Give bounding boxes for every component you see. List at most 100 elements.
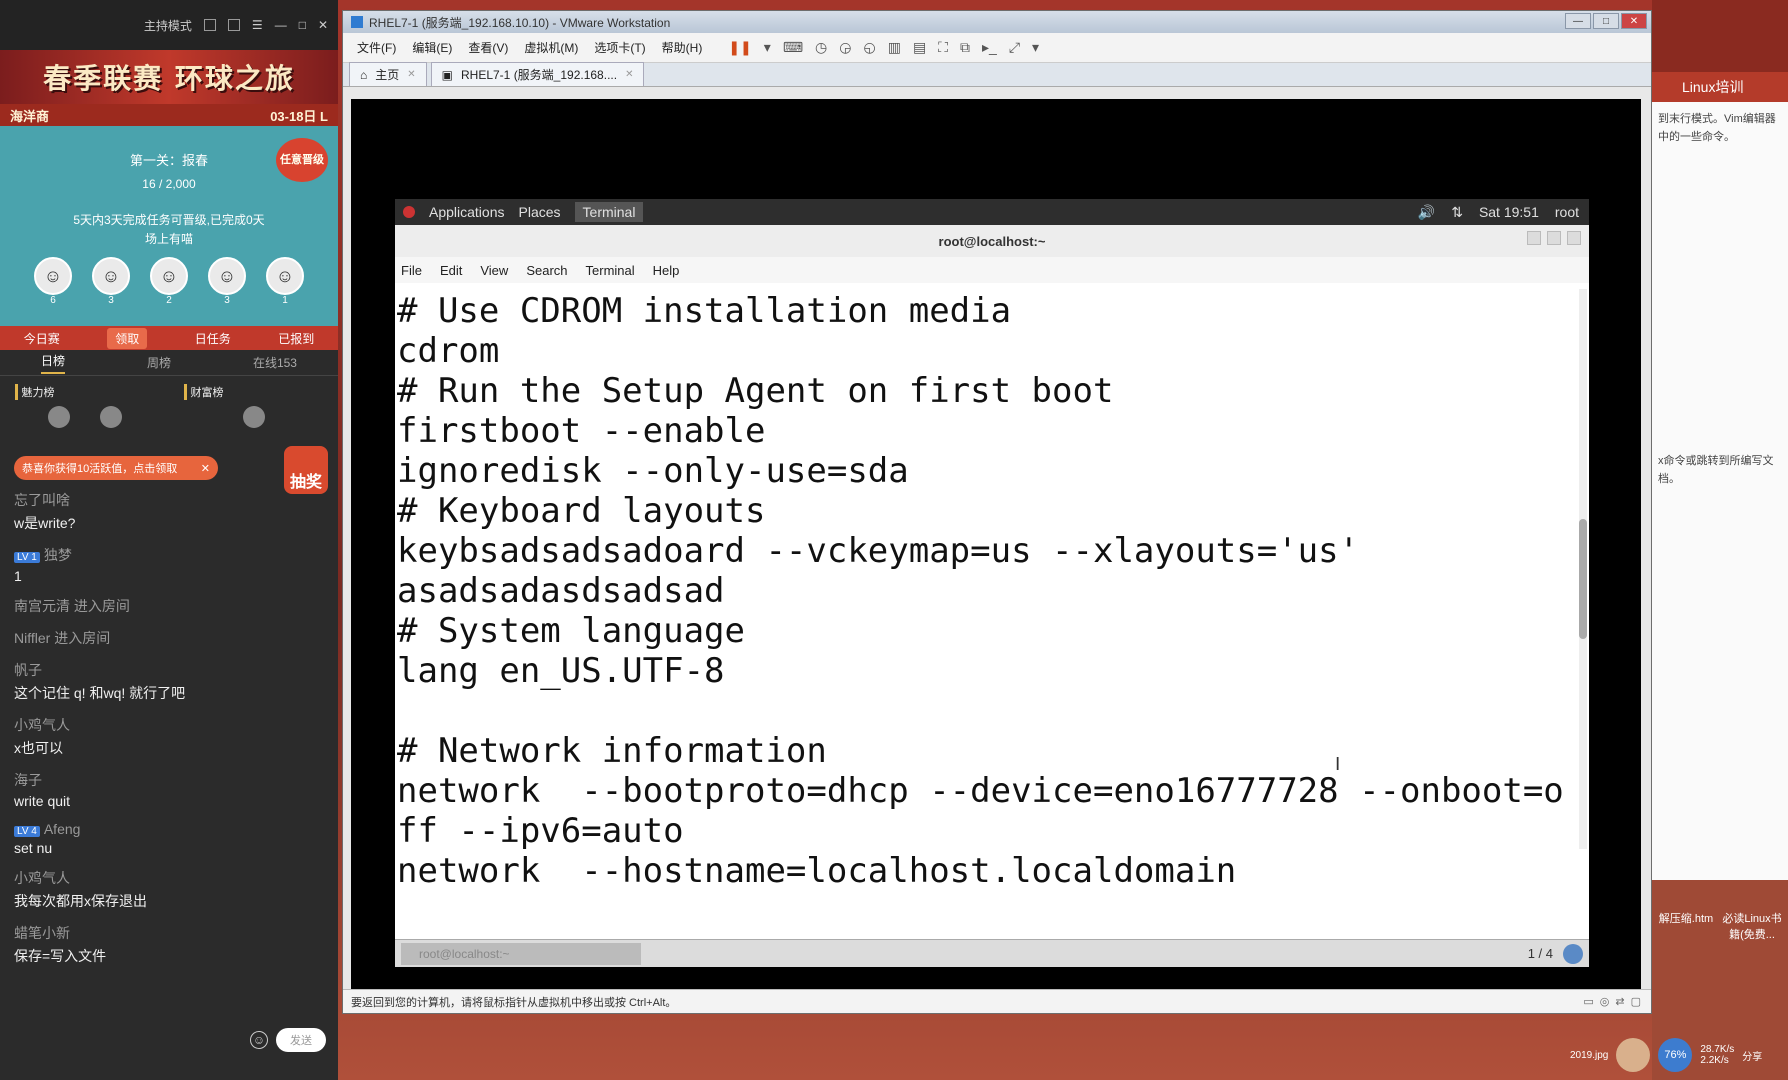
places-menu[interactable]: Places: [519, 204, 561, 220]
background-snippet: 到末行模式。Vim编辑器中的一些命令。: [1658, 113, 1776, 143]
fullscreen-icon[interactable]: ⛶: [938, 39, 948, 56]
tab-vm[interactable]: ▣ RHEL7-1 (服务端_192.168.... ✕: [430, 62, 645, 86]
terminal-titlebar[interactable]: root@localhost:~: [395, 225, 1589, 257]
close-icon[interactable]: ✕: [1621, 13, 1647, 29]
close-icon[interactable]: ✕: [625, 69, 633, 80]
avatar[interactable]: [242, 406, 265, 428]
menu-view[interactable]: 查看(V): [468, 39, 508, 56]
user-menu[interactable]: root: [1555, 204, 1579, 221]
menu-edit[interactable]: 编辑(E): [412, 39, 452, 56]
menu-view[interactable]: View: [480, 263, 508, 278]
maximize-icon[interactable]: [1547, 231, 1561, 245]
hdd-icon[interactable]: ▭: [1583, 995, 1593, 1008]
desktop-icon[interactable]: 解压缩.htm: [1656, 910, 1716, 926]
send-button[interactable]: 发送: [276, 1028, 326, 1052]
avatar[interactable]: [99, 406, 122, 428]
workspace-switcher-icon[interactable]: [1563, 944, 1583, 964]
background-tab[interactable]: Linux培训: [1652, 72, 1788, 102]
dropdown-icon[interactable]: ▾: [764, 39, 771, 56]
tab-checked-in[interactable]: 已报到: [278, 330, 314, 347]
revert-snapshot-icon[interactable]: ◶: [839, 39, 851, 56]
avatar[interactable]: ☺ 3: [92, 257, 130, 306]
maximize-icon[interactable]: □: [1593, 13, 1619, 29]
pause-icon[interactable]: ❚❚: [728, 39, 751, 56]
avatar[interactable]: ☺ 1: [266, 257, 304, 306]
menu-icon[interactable]: ☰: [252, 18, 263, 32]
tab-claim[interactable]: 领取: [107, 327, 148, 349]
terminal-line: network --hostname=localhost.localdomain: [397, 851, 1237, 891]
event-banner[interactable]: 春季联赛 环球之旅: [0, 50, 338, 104]
close-icon[interactable]: ✕: [407, 69, 415, 80]
host-mode-label[interactable]: 主持模式: [144, 17, 192, 34]
unity-icon[interactable]: ⧉: [960, 39, 970, 56]
menu-help[interactable]: 帮助(H): [662, 39, 703, 56]
menu-tabs[interactable]: 选项卡(T): [594, 39, 645, 56]
avatar[interactable]: [1616, 1038, 1651, 1072]
minimize-icon[interactable]: —: [275, 18, 287, 32]
network-icon[interactable]: ⇅: [1451, 204, 1463, 221]
avatar[interactable]: ☺ 3: [208, 257, 246, 306]
show-library-icon[interactable]: ▥: [888, 39, 901, 56]
tab-home[interactable]: ⌂ 主页 ✕: [349, 62, 427, 86]
menu-edit[interactable]: Edit: [440, 263, 462, 278]
terminal-line: # Run the Setup Agent on first boot: [397, 371, 1114, 411]
close-icon[interactable]: ✕: [201, 462, 210, 475]
scrollbar-thumb[interactable]: [1579, 519, 1587, 639]
snapshot-icon[interactable]: ◷: [815, 39, 827, 56]
close-icon[interactable]: [1567, 231, 1581, 245]
console-icon[interactable]: ▸_: [982, 39, 997, 56]
terminal-text-area[interactable]: # Use CDROM installation media cdrom # Run…: [395, 283, 1589, 913]
menu-help[interactable]: Help: [653, 263, 680, 278]
menu-vm[interactable]: 虚拟机(M): [524, 39, 578, 56]
thumbnail-icon[interactable]: ▤: [913, 39, 926, 56]
applications-menu[interactable]: Applications: [429, 204, 505, 220]
emoji-icon[interactable]: ☺: [250, 1031, 268, 1049]
taskbar-terminal-item[interactable]: root@localhost:~: [401, 942, 641, 965]
share-button[interactable]: 分享: [1742, 1048, 1762, 1063]
minimize-icon[interactable]: [1527, 231, 1541, 245]
terminal-scrollbar[interactable]: [1579, 289, 1587, 849]
tab-daily-task[interactable]: 日任务: [195, 330, 231, 347]
menu-file[interactable]: File: [401, 263, 422, 278]
vmware-tabs: ⌂ 主页 ✕ ▣ RHEL7-1 (服务端_192.168.... ✕: [343, 62, 1651, 87]
tab-today-match[interactable]: 今日赛: [24, 330, 60, 347]
message-icon[interactable]: ▢: [1631, 995, 1641, 1008]
vmware-title: RHEL7-1 (服务端_192.168.10.10) - VMware Wor…: [369, 15, 671, 30]
settings-icon[interactable]: [203, 19, 216, 31]
cpu-meter[interactable]: 76%: [1658, 1038, 1693, 1072]
share-icon[interactable]: [227, 19, 240, 31]
chat-list: 忘了叫啥 w是write? LV 1 独梦 1 南宫元清 进入房间 Niffler…: [14, 490, 324, 978]
avatar[interactable]: ☺ 6: [34, 257, 72, 306]
chat-message: 小鸡气人 我每次都用x保存退出: [14, 870, 147, 909]
tab-online[interactable]: 在线153: [253, 354, 297, 371]
clock[interactable]: Sat 19:51: [1479, 204, 1539, 221]
menu-file[interactable]: 文件(F): [357, 39, 396, 56]
taskbar-tray: 2019.jpg 76% 28.7K/s 2.2K/s 分享: [1570, 1030, 1788, 1080]
promotion-badge[interactable]: 任意晋级: [276, 138, 328, 182]
menu-search[interactable]: Search: [526, 263, 567, 278]
terminal-app-menu[interactable]: Terminal: [574, 202, 644, 222]
tab-weekly-rank[interactable]: 周榜: [147, 354, 171, 371]
close-icon[interactable]: ✕: [318, 18, 328, 32]
cdrom-icon[interactable]: ◎: [1600, 995, 1610, 1008]
vmware-toolbar: ❚❚ ▾ ⌨ ◷ ◶ ◵ ▥ ▤ ⛶ ⧉ ▸_ ⤢ ▾: [728, 39, 1039, 56]
vmware-titlebar[interactable]: RHEL7-1 (服务端_192.168.10.10) - VMware Wor…: [343, 11, 1651, 33]
tab-daily-rank[interactable]: 日榜: [40, 352, 65, 374]
vm-display[interactable]: Applications Places Terminal 🔊 ⇅ Sat 19:…: [351, 99, 1641, 989]
snapshot-manager-icon[interactable]: ◵: [863, 39, 875, 56]
reward-notice[interactable]: 恭喜你获得10活跃值，点击领取 ✕: [14, 456, 218, 480]
send-keys-icon[interactable]: ⌨: [783, 39, 803, 56]
lottery-button[interactable]: 抽奖: [284, 446, 328, 494]
level-badge: LV 4: [14, 826, 40, 837]
stretch-icon[interactable]: ⤢: [1009, 39, 1020, 56]
volume-icon[interactable]: 🔊: [1418, 204, 1435, 221]
menu-terminal[interactable]: Terminal: [586, 263, 635, 278]
desktop-icon[interactable]: 必读Linux书籍(免费...: [1722, 910, 1782, 942]
minimize-icon[interactable]: —: [1565, 13, 1591, 29]
maximize-icon[interactable]: □: [299, 18, 306, 32]
avatar[interactable]: ☺ 2: [150, 257, 188, 306]
dropdown-icon[interactable]: ▾: [1032, 39, 1039, 56]
network-adapter-icon[interactable]: ⇄: [1615, 995, 1624, 1008]
desktop-icon[interactable]: 2019.jpg: [1570, 1050, 1608, 1061]
avatar[interactable]: [47, 406, 70, 428]
